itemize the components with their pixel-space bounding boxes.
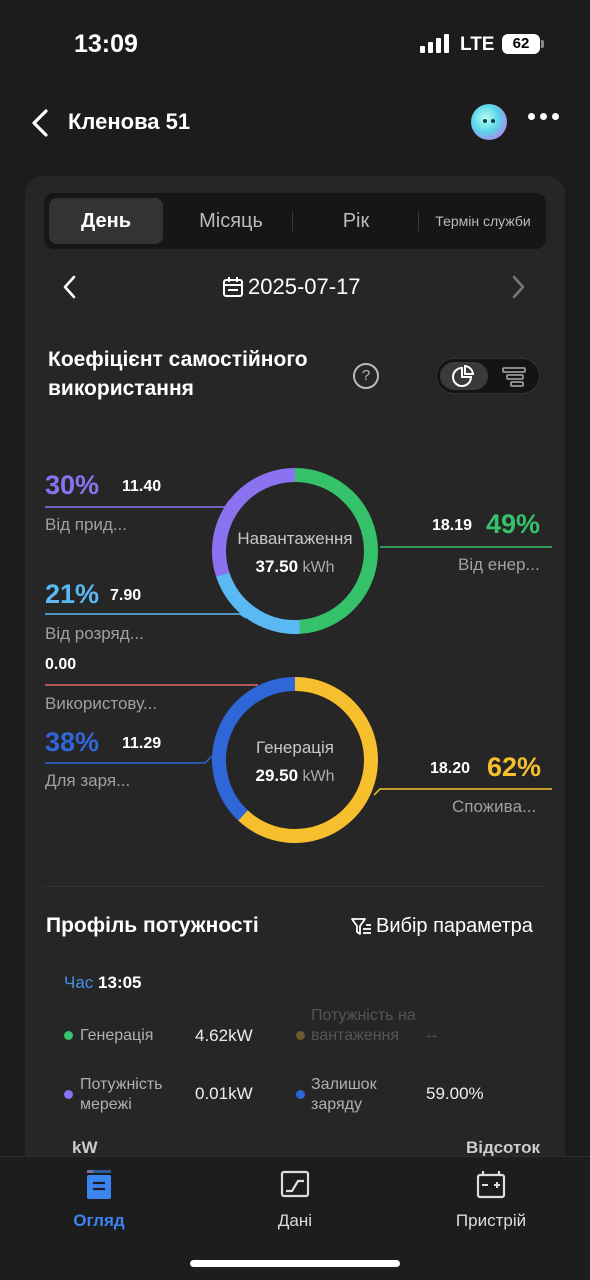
generation-legend-label: Генерація	[80, 1027, 154, 1044]
leader-line-discharge	[45, 613, 247, 619]
consumption-value: 18.20	[430, 760, 471, 777]
charge-pct: 38%	[45, 727, 100, 757]
soc-legend-value: 59.00%	[426, 1084, 484, 1103]
nav-overview-label: Огляд	[73, 1211, 125, 1230]
device-icon	[476, 1171, 506, 1199]
axis-right-unit: Відсоток	[466, 1138, 540, 1157]
leader-line-consumption	[373, 788, 552, 796]
filter-icon	[351, 917, 371, 935]
grid-import-label: Від прид...	[45, 515, 128, 534]
soc-dot	[296, 1090, 305, 1099]
leader-line-grid	[45, 499, 231, 508]
section-divider	[44, 886, 546, 887]
discharge-pct: 21%	[45, 579, 100, 609]
discharge-label: Від розряд...	[45, 624, 144, 643]
load-ring-segment-0	[294, 468, 378, 634]
time-readout: Час 13:05	[64, 973, 142, 993]
load-center-label: Навантаження	[237, 529, 353, 548]
select-parameter-button[interactable]: Вибір параметра	[350, 915, 533, 938]
time-label: Час	[64, 973, 94, 992]
generation-legend-value: 4.62kW	[195, 1026, 253, 1045]
pv-label: Від енер...	[458, 555, 540, 574]
pv-pct: 49%	[486, 509, 541, 539]
load-power-dot	[296, 1031, 305, 1040]
load-center-value: 37.50 kWh	[255, 557, 335, 576]
export-label: Використову...	[45, 694, 158, 713]
axis-left-unit: kW	[72, 1138, 98, 1157]
gen-center-label: Генерація	[256, 738, 334, 757]
discharge-value: 7.90	[110, 587, 142, 604]
grid-power-legend-value: 0.01kW	[195, 1084, 253, 1103]
gen-center-value: 29.50 kWh	[255, 766, 335, 785]
time-value: 13:05	[98, 973, 142, 992]
nav-device-label: Пристрій	[455, 1211, 527, 1230]
chart-icon	[280, 1170, 310, 1198]
select-parameter-label: Вибір параметра	[376, 915, 533, 937]
overview-icon	[87, 1170, 111, 1199]
nav-data-label: Дані	[277, 1211, 313, 1230]
export-value: 0.00	[45, 656, 77, 673]
home-indicator	[190, 1260, 400, 1267]
load-ring-segment-1	[216, 572, 301, 634]
load-power-legend-label: Потужність навантаження	[311, 1007, 416, 1044]
charge-label: Для заря...	[45, 771, 131, 790]
grid-import-value: 11.40	[122, 478, 162, 495]
consumption-label: Споживa...	[452, 797, 537, 816]
soc-legend-label: Залишок заряду	[311, 1076, 377, 1113]
consumption-pct: 62%	[487, 752, 542, 782]
grid-power-legend-label: Потужність мережі	[80, 1076, 163, 1113]
generation-ring-segment-0	[238, 677, 378, 843]
grid-import-pct: 30%	[45, 470, 100, 500]
load-power-legend-value: --	[426, 1026, 438, 1045]
charge-value: 11.29	[122, 735, 162, 752]
grid-power-dot	[64, 1090, 73, 1099]
power-profile-title: Профіль потужності	[46, 914, 259, 937]
pv-value: 18.19	[432, 517, 473, 534]
generation-dot	[64, 1031, 73, 1040]
